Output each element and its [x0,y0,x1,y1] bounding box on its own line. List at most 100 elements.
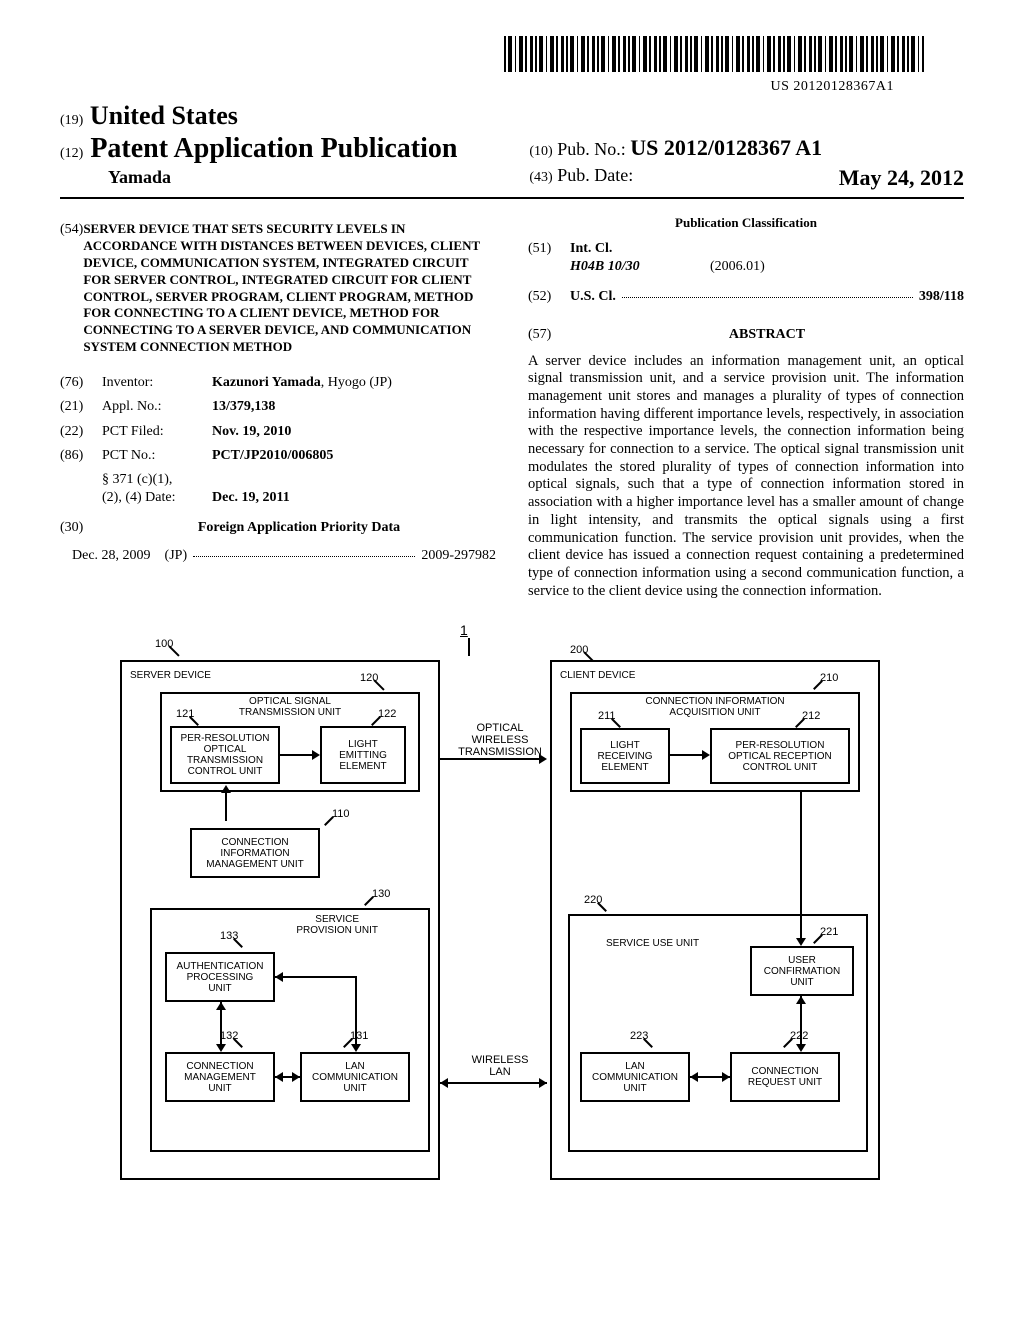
lan-comm-server-box: LAN COMMUNICATION UNIT [300,1052,410,1102]
conn-info-mgmt-label: CONNECTION INFORMATION MANAGEMENT UNIT [206,837,304,870]
arrow-line [800,792,802,939]
auth-proc-label: AUTHENTICATION PROCESSING UNIT [176,961,263,994]
arrow-line [282,1076,300,1078]
s371-block: § 371 (c)(1), (2), (4) Date: Dec. 19, 20… [102,471,496,507]
arrow-line [800,1003,802,1045]
body-columns: (54) SERVER DEVICE THAT SETS SECURITY LE… [60,215,964,600]
ref-1: 1 [460,622,468,638]
s371-line2: (2), (4) Date: [102,489,212,507]
abstract-text: A server device includes an information … [528,353,964,601]
pctno-code: (86) [60,447,102,465]
optical-wireless-label: OPTICAL WIRELESS TRANSMISSION [455,722,545,758]
arrow-line [280,754,313,756]
per-res-rx-label: PER-RESOLUTION OPTICAL RECEPTION CONTROL… [728,740,832,773]
inventor-loc: , Hyogo (JP) [321,375,392,390]
priority-heading: Foreign Application Priority Data [102,519,496,537]
abstract-heading: ABSTRACT [570,326,964,344]
arrow-line [355,976,357,1045]
barcode-number: US 20120128367A1 [60,79,894,95]
service-provision-box: SERVICE PROVISION UNIT [150,908,430,1152]
arrow-line [440,758,540,760]
ref-131: 131 [350,1030,368,1042]
inventor-code: (76) [60,374,102,392]
s371-line1: § 371 (c)(1), [102,471,496,489]
appl-row: (21) Appl. No.: 13/379,138 [60,398,496,416]
title-row: (54) SERVER DEVICE THAT SETS SECURITY LE… [60,221,496,368]
author-name: Yamada [108,167,529,188]
ref-212: 212 [802,710,820,722]
lan-comm-client-label: LAN COMMUNICATION UNIT [592,1061,678,1094]
pubdate-prefix: (43) [529,170,552,185]
pctfiled-row: (22) PCT Filed: Nov. 19, 2010 [60,423,496,441]
conn-mgmt-box: CONNECTION MANAGEMENT UNIT [165,1052,275,1102]
dots-leader [193,547,415,557]
light-emit-label: LIGHT EMITTING ELEMENT [339,739,387,772]
s371-value: Dec. 19, 2011 [212,489,290,507]
user-conf-label: USER CONFIRMATION UNIT [764,955,840,988]
pub-date: May 24, 2012 [839,165,964,191]
leader-line [468,638,470,656]
arrow-line [282,976,292,978]
inventor-label: Inventor: [102,374,212,392]
pub-type: Patent Application Publication [90,133,457,164]
conn-info-mgmt-box: CONNECTION INFORMATION MANAGEMENT UNIT [190,828,320,878]
pctno-label: PCT No.: [102,447,212,465]
conn-req-box: CONNECTION REQUEST UNIT [730,1052,840,1102]
prio-country: (JP) [165,547,188,565]
priority-head-row: (30) Foreign Application Priority Data [60,519,496,537]
pctfiled-label: PCT Filed: [102,423,212,441]
appl-label: Appl. No.: [102,398,212,416]
header: (19) United States (12) Patent Applicati… [60,101,964,199]
user-conf-box: USER CONFIRMATION UNIT [750,946,854,996]
patent-page: US 20120128367A1 (19) United States (12)… [0,0,1024,1230]
pubno-label: Pub. No.: [557,139,626,159]
arrow-line [447,1082,547,1084]
arrow-line [670,754,703,756]
auth-proc-box: AUTHENTICATION PROCESSING UNIT [165,952,275,1002]
ref-221: 221 [820,926,838,938]
inventor-value: Kazunori Yamada, Hyogo (JP) [212,374,392,392]
per-res-tx-label: PER-RESOLUTION OPTICAL TRANSMISSION CONT… [181,733,270,777]
header-left: (19) United States (12) Patent Applicati… [60,101,529,191]
client-device-label: CLIENT DEVICE [560,670,635,681]
leader-line [168,646,179,657]
lan-comm-client-box: LAN COMMUNICATION UNIT [580,1052,690,1102]
per-res-rx-box: PER-RESOLUTION OPTICAL RECEPTION CONTROL… [710,728,850,784]
dots-leader [622,288,913,298]
figure-1: 1 100 200 SERVER DEVICE 120 OPTICAL SIGN… [60,630,964,1190]
pub-number: US 2012/0128367 A1 [630,135,822,160]
arrow-line [225,792,227,821]
publication-type-line: (12) Patent Application Publication [60,133,529,165]
pub-number-line: (10) Pub. No.: US 2012/0128367 A1 [529,135,964,161]
uscl-code: (52) [528,288,570,306]
ref-110: 110 [332,808,350,820]
intcl-value-row: H04B 10/30 (2006.01) [570,258,964,276]
appl-code: (21) [60,398,102,416]
intcl-year: (2006.01) [710,258,765,276]
lan-comm-server-label: LAN COMMUNICATION UNIT [312,1061,398,1094]
pctno-value: PCT/JP2010/006805 [212,447,333,465]
pctno-row: (86) PCT No.: PCT/JP2010/006805 [60,447,496,465]
pctfiled-code: (22) [60,423,102,441]
ref-130: 130 [372,888,390,900]
barcode-block [60,36,924,77]
country-prefix: (19) [60,113,83,128]
header-right: (10) Pub. No.: US 2012/0128367 A1 (43) P… [529,101,964,191]
conn-req-label: CONNECTION REQUEST UNIT [748,1066,822,1088]
server-device-label: SERVER DEVICE [130,670,211,681]
title-code: (54) [60,221,83,368]
pub-prefix: (12) [60,146,83,161]
light-recv-label: LIGHT RECEIVING ELEMENT [597,740,652,773]
service-provision-label: SERVICE PROVISION UNIT [296,914,378,936]
country-line: (19) United States [60,101,529,131]
light-emit-box: LIGHT EMITTING ELEMENT [320,726,406,784]
appl-value: 13/379,138 [212,398,275,416]
uscl-label: U.S. Cl. [570,288,616,306]
intcl-row: (51) Int. Cl. [528,240,964,258]
pub-date-line: (43) Pub. Date: May 24, 2012 [529,165,964,191]
prio-appnum: 2009-297982 [421,547,496,565]
prio-date: Dec. 28, 2009 [72,547,151,565]
inventor-row: (76) Inventor: Kazunori Yamada, Hyogo (J… [60,374,496,392]
right-column: Publication Classification (51) Int. Cl.… [528,215,964,600]
arrow-line [697,1076,730,1078]
